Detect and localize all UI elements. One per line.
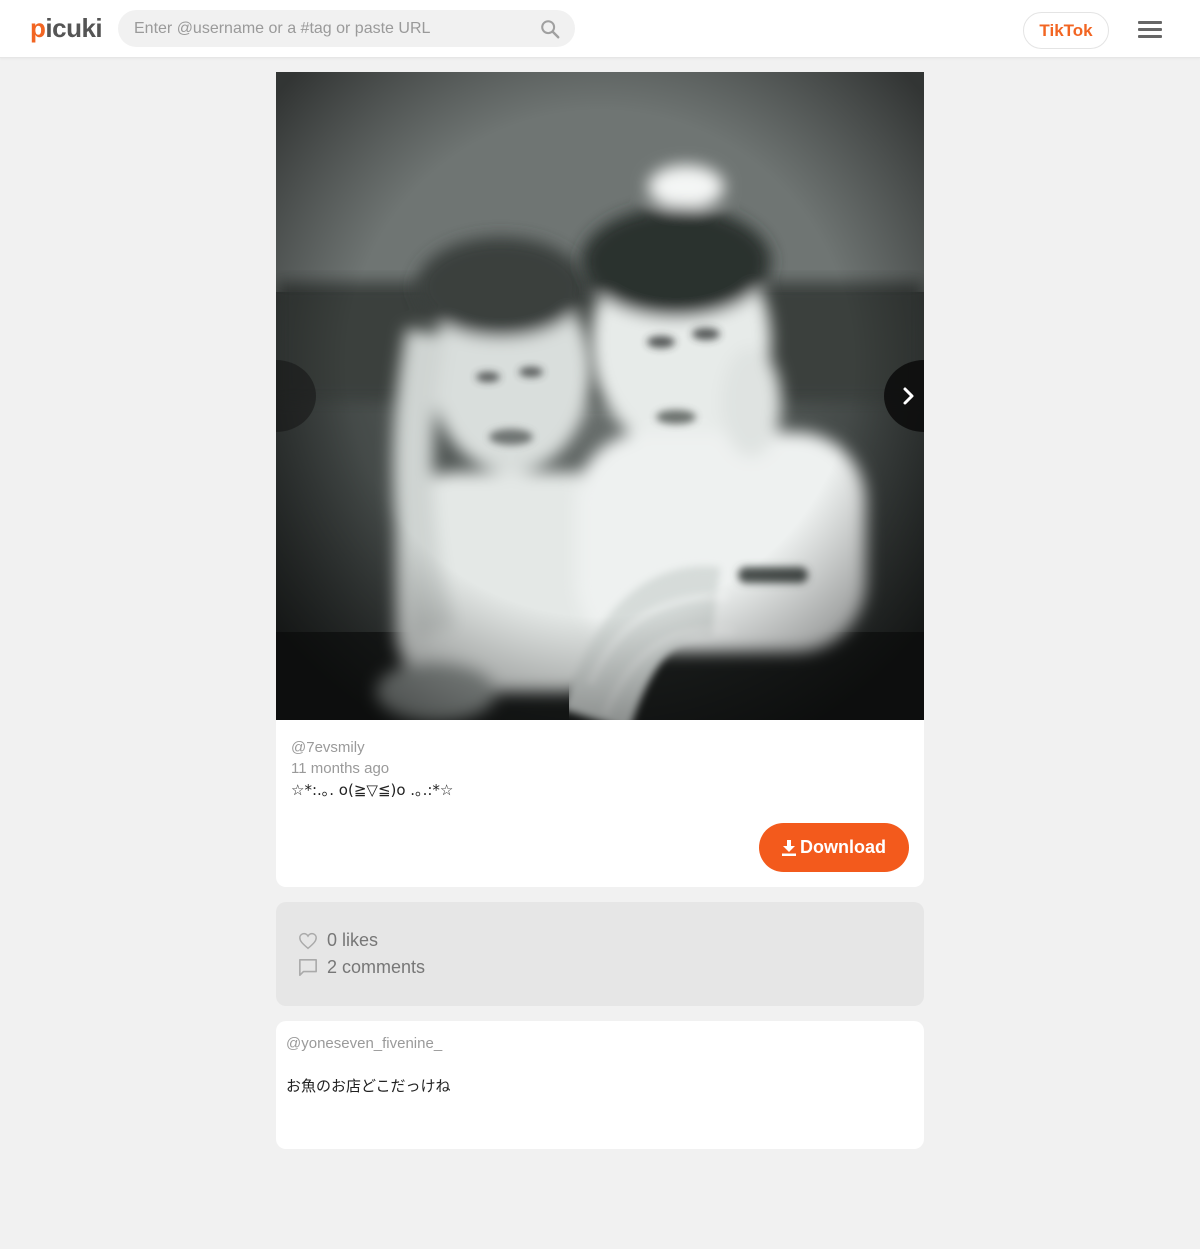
comment-card: @yoneseven_fivenine_ お魚のお店どこだっけね <box>276 1021 924 1149</box>
hamburger-menu-icon[interactable] <box>1138 21 1162 39</box>
picuki-logo[interactable]: picuki <box>30 13 103 44</box>
comment-text: お魚のお店どこだっけね <box>286 1077 451 1095</box>
logo-text-rest: icuki <box>45 13 103 43</box>
chevron-right-icon <box>903 387 914 405</box>
photo-illustration <box>276 72 924 720</box>
download-icon <box>782 839 796 856</box>
likes-row: 0 likes <box>298 930 378 951</box>
logo-letter-p: p <box>30 13 46 43</box>
post-username-link[interactable]: @7evsmily <box>291 737 453 758</box>
download-label: Download <box>800 837 886 857</box>
comment-icon <box>299 958 317 977</box>
post-caption: ☆*:.｡. o(≧▽≦)o .｡.:*☆ <box>291 781 454 799</box>
comments-count: 2 comments <box>327 957 426 977</box>
post-photo <box>276 72 924 720</box>
comments-row: 2 comments <box>298 957 425 978</box>
search-icon[interactable] <box>539 18 561 40</box>
comment-username-link[interactable]: @yoneseven_fivenine_ <box>286 1035 442 1052</box>
search-box <box>118 10 575 47</box>
post-meta: @7evsmily 11 months ago ☆*:.｡. o(≧▽≦)o .… <box>291 737 453 801</box>
top-header: picuki TikTok <box>0 0 1200 58</box>
heart-icon <box>299 932 317 949</box>
tiktok-button[interactable]: TikTok <box>1023 12 1109 49</box>
download-button[interactable]: Download <box>759 823 909 872</box>
post-stats: 0 likes 2 comments <box>276 902 924 1006</box>
post-card: @7evsmily 11 months ago ☆*:.｡. o(≧▽≦)o .… <box>276 72 924 887</box>
likes-count: 0 likes <box>327 930 379 950</box>
search-input[interactable] <box>118 10 528 47</box>
post-time: 11 months ago <box>291 760 390 777</box>
